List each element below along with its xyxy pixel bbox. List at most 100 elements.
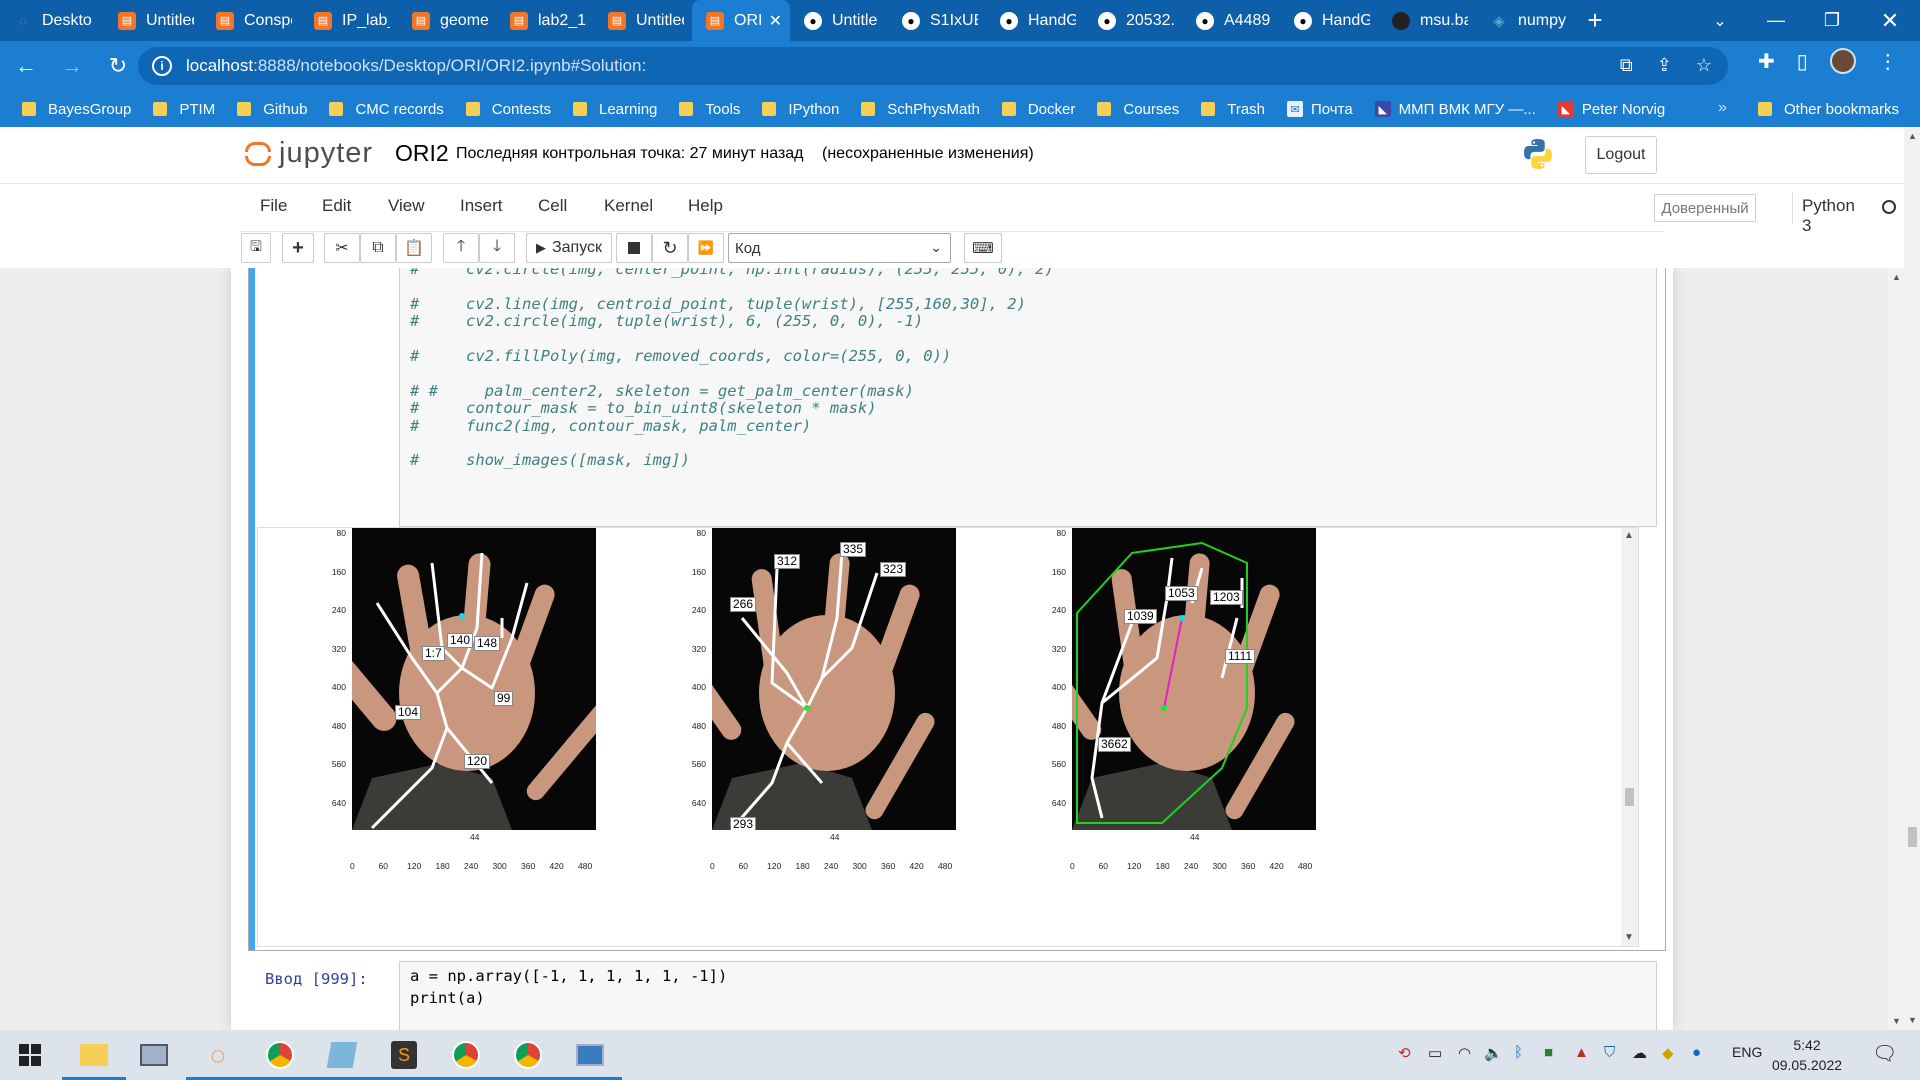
profile-avatar[interactable] bbox=[1829, 48, 1856, 74]
volume-icon[interactable]: 🔈 bbox=[1484, 1044, 1503, 1062]
bookmark-item[interactable]: IPython bbox=[762, 101, 839, 118]
system-clock[interactable]: 5:42 09.05.2022 bbox=[1762, 1035, 1852, 1075]
chrome-profile-k-icon[interactable] bbox=[496, 1037, 560, 1080]
browser-tab[interactable]: ● HandG bbox=[1280, 0, 1378, 41]
command-palette-button[interactable]: ⌨ bbox=[964, 233, 1002, 263]
bookmark-item[interactable]: Learning bbox=[573, 101, 657, 118]
bookmark-item[interactable]: CMC records bbox=[329, 101, 444, 118]
browser-tab[interactable]: ▤ Conspe bbox=[202, 0, 300, 41]
menu-kernel[interactable]: Kernel bbox=[604, 196, 653, 216]
page-scrollbar-thumb[interactable] bbox=[1908, 827, 1917, 847]
language-indicator[interactable]: ENG bbox=[1732, 1044, 1762, 1060]
notebook-container[interactable]: # cv2.circle(img, center_point, np.int(r… bbox=[0, 268, 1904, 1030]
browser-tab[interactable]: msu.ba bbox=[1378, 0, 1476, 41]
tab-search-chevron-icon[interactable]: ⌄ bbox=[1692, 0, 1748, 41]
bookmark-item[interactable]: Docker bbox=[1001, 101, 1075, 118]
scroll-up-icon[interactable]: ▲ bbox=[1892, 272, 1901, 282]
back-button[interactable]: ← bbox=[6, 46, 46, 86]
bookmark-item[interactable]: PTIM bbox=[153, 101, 215, 118]
menu-file[interactable]: File bbox=[260, 196, 287, 216]
browser-tab[interactable]: ▤ IP_lab_ bbox=[300, 0, 398, 41]
share-icon[interactable]: ⇪ bbox=[1657, 55, 1672, 76]
logout-button[interactable]: Logout bbox=[1585, 136, 1657, 174]
browser-tab[interactable]: ◌ Deskto bbox=[0, 0, 104, 41]
browser-menu-icon[interactable]: ⋮ bbox=[1878, 49, 1898, 74]
minimize-button[interactable]: — bbox=[1748, 0, 1804, 41]
scroll-down-icon[interactable]: ▼ bbox=[1908, 1015, 1917, 1025]
wifi-icon[interactable]: ◠ bbox=[1458, 1044, 1471, 1062]
bookmark-item[interactable]: Contests bbox=[465, 101, 551, 118]
page-scrollbar[interactable]: ▲ ▼ bbox=[1904, 127, 1920, 1030]
telegram-icon[interactable]: ● bbox=[1692, 1044, 1701, 1061]
file-explorer-icon[interactable] bbox=[62, 1037, 126, 1080]
bookmark-item[interactable]: ◣ ММП ВМК МГУ —... bbox=[1374, 101, 1536, 118]
trusted-indicator[interactable]: Доверенный bbox=[1654, 194, 1756, 222]
bookmark-item[interactable]: ◣ Peter Norvig bbox=[1557, 101, 1665, 118]
bookmark-item[interactable]: Courses bbox=[1097, 101, 1179, 118]
menu-edit[interactable]: Edit bbox=[322, 196, 351, 216]
save-button[interactable]: 🖫 bbox=[241, 233, 271, 263]
interrupt-kernel-button[interactable] bbox=[616, 233, 652, 263]
site-info-icon[interactable]: i bbox=[152, 56, 172, 76]
notebook-scrollbar[interactable]: ▲ ▼ bbox=[1888, 268, 1904, 1030]
jupyter-logo[interactable]: jupyter bbox=[245, 137, 373, 170]
insert-cell-button[interactable]: + bbox=[282, 233, 314, 263]
bookmark-item[interactable]: Trash bbox=[1201, 101, 1265, 118]
task-manager-icon[interactable] bbox=[136, 1037, 172, 1073]
notes-app-icon[interactable] bbox=[310, 1037, 374, 1080]
scroll-up-icon[interactable]: ▲ bbox=[1908, 131, 1917, 141]
run-button[interactable]: ▶ Запуск bbox=[526, 233, 612, 263]
bookmark-item[interactable]: Tools bbox=[679, 101, 740, 118]
output-scrollbar[interactable]: ▲ ▼ bbox=[1621, 528, 1638, 946]
chrome-profile-m-icon[interactable] bbox=[434, 1037, 498, 1080]
side-panel-icon[interactable]: ▯ bbox=[1797, 49, 1808, 74]
cut-button[interactable]: ✂ bbox=[324, 233, 360, 263]
tray-antivirus-icon[interactable]: ⟲ bbox=[1398, 1044, 1411, 1062]
close-tab-icon[interactable]: ✕ bbox=[769, 11, 782, 31]
next-code-editor[interactable]: a = np.array([-1, 1, 1, 1, 1, -1]) print… bbox=[399, 961, 1657, 1030]
menu-view[interactable]: View bbox=[388, 196, 425, 216]
bell-icon[interactable]: ◆ bbox=[1662, 1044, 1674, 1062]
bookmark-item[interactable]: Github bbox=[237, 101, 307, 118]
browser-tab[interactable]: ● 20532. bbox=[1084, 0, 1182, 41]
forward-button[interactable]: → bbox=[52, 46, 92, 86]
extensions-icon[interactable]: ✚ bbox=[1758, 49, 1775, 74]
maximize-button[interactable]: ❐ bbox=[1804, 0, 1860, 41]
bookmark-item[interactable]: SchPhysMath bbox=[861, 101, 980, 118]
battery-icon[interactable]: ▭ bbox=[1428, 1044, 1442, 1062]
browser-tab[interactable]: ● S1IxUE bbox=[888, 0, 986, 41]
nvidia-icon[interactable]: ■ bbox=[1544, 1044, 1553, 1061]
bluetooth-icon[interactable]: ᛒ bbox=[1514, 1044, 1523, 1061]
restart-kernel-button[interactable]: ↻ bbox=[652, 233, 688, 263]
browser-tab[interactable]: ● A4489 bbox=[1182, 0, 1280, 41]
bookmarks-overflow-icon[interactable]: » bbox=[1718, 99, 1727, 117]
chrome-icon[interactable] bbox=[248, 1037, 312, 1080]
bookmark-item[interactable]: ✉ Почта bbox=[1287, 101, 1353, 118]
scroll-down-icon[interactable]: ▼ bbox=[1892, 1016, 1901, 1026]
jupyter-app-icon[interactable]: ◌ bbox=[186, 1037, 250, 1080]
other-bookmarks[interactable]: Other bookmarks bbox=[1758, 91, 1899, 127]
notifications-icon[interactable]: 🗨 bbox=[1872, 1041, 1897, 1066]
copy-button[interactable]: ⧉ bbox=[360, 233, 396, 263]
photos-app-icon[interactable] bbox=[558, 1037, 622, 1080]
browser-tab[interactable]: ▤ Untitled bbox=[594, 0, 692, 41]
restart-run-all-button[interactable]: ⏩ bbox=[688, 233, 724, 263]
cell-type-select[interactable]: Код ⌄ bbox=[728, 233, 951, 263]
bookmark-item[interactable]: BayesGroup bbox=[22, 101, 131, 118]
new-tab-button[interactable]: + bbox=[1574, 0, 1616, 41]
scroll-up-icon[interactable]: ▲ bbox=[1624, 530, 1634, 541]
url-input[interactable]: i localhost:8888/notebooks/Desktop/ORI/O… bbox=[138, 47, 1728, 85]
close-window-button[interactable]: ✕ bbox=[1862, 0, 1918, 41]
cell-output[interactable]: 80 160 240 320 400 480 560 640 1:7 140 148 99 104 120… bbox=[257, 527, 1639, 947]
cloud-icon[interactable]: ☁ bbox=[1632, 1044, 1647, 1062]
menu-insert[interactable]: Insert bbox=[460, 196, 503, 216]
bookmark-star-icon[interactable]: ☆ bbox=[1696, 55, 1712, 76]
move-down-button[interactable]: 🡓 bbox=[479, 233, 515, 263]
scroll-down-icon[interactable]: ▼ bbox=[1624, 932, 1634, 943]
browser-tab[interactable]: ▤ ORI ✕ bbox=[692, 0, 790, 41]
browser-tab[interactable]: ▤ geome bbox=[398, 0, 496, 41]
reload-button[interactable]: ↻ bbox=[98, 46, 138, 86]
browser-tab[interactable]: ◈ numpy bbox=[1476, 0, 1574, 41]
browser-tab[interactable]: ▤ lab2_1 bbox=[496, 0, 594, 41]
windows-start-icon[interactable] bbox=[12, 1037, 48, 1073]
